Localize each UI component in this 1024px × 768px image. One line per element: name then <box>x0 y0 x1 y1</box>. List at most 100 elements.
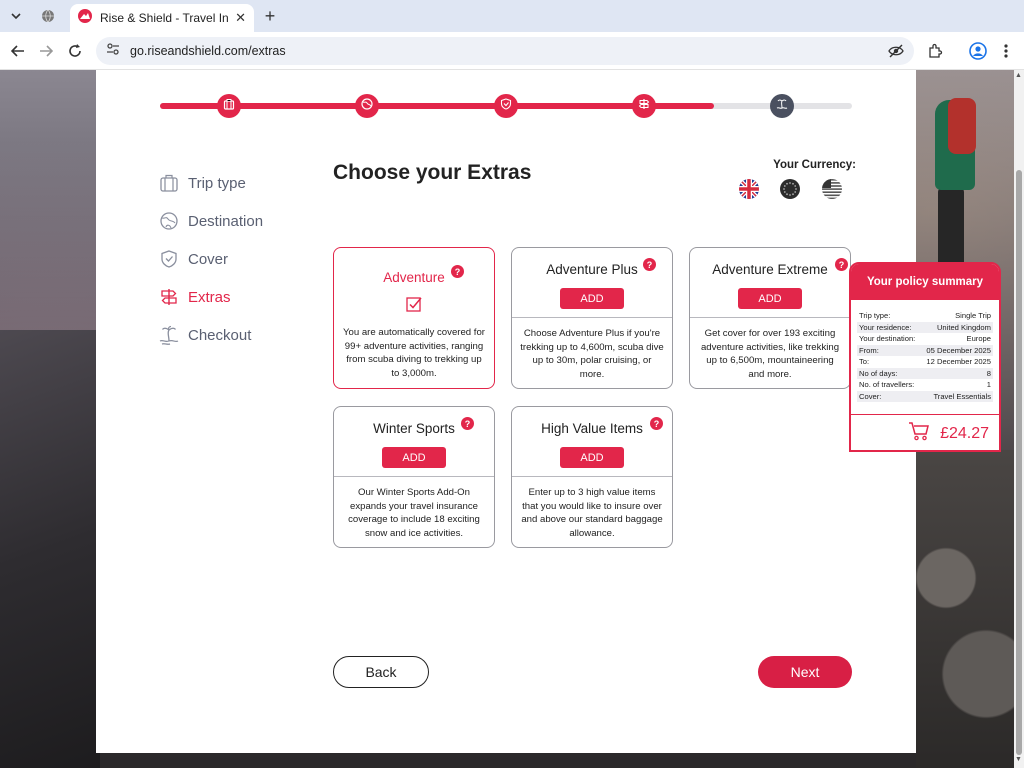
sidebar-item-cover[interactable]: Cover <box>158 240 318 278</box>
eu-flag-icon[interactable] <box>780 179 800 199</box>
reload-icon[interactable] <box>64 40 86 62</box>
extra-description: Enter up to 3 high value items that you … <box>521 487 663 539</box>
summary-value: 05 December 2025 <box>926 345 991 355</box>
extra-card-adventure[interactable]: Adventure ? You are automatically covere… <box>333 247 495 389</box>
extra-description: You are automatically covered for 99+ ad… <box>342 327 486 379</box>
beach-icon <box>158 324 180 346</box>
signpost-icon <box>638 97 650 115</box>
checkbox-checked-icon[interactable] <box>406 296 422 312</box>
globe-icon <box>361 97 373 115</box>
extra-card-adventure-plus: Adventure Plus ? ADD Choose Adventure Pl… <box>511 247 673 389</box>
add-adventure-extreme-button[interactable]: ADD <box>738 288 802 309</box>
kebab-menu-icon[interactable] <box>996 41 1016 61</box>
sidebar-item-destination[interactable]: Destination <box>158 202 318 240</box>
summary-row: Trip type: Single Trip <box>857 310 993 322</box>
extra-description: Get cover for over 193 exciting adventur… <box>700 328 840 380</box>
browser-tab-bar: Rise & Shield - Travel Insurance ✕ + <box>0 0 1024 32</box>
help-icon[interactable]: ? <box>461 417 474 430</box>
us-flag-icon[interactable] <box>822 179 842 199</box>
address-bar[interactable]: go.riseandshield.com/extras <box>96 37 914 65</box>
scrollbar-thumb[interactable] <box>1016 170 1022 755</box>
progress-step-destination[interactable] <box>355 94 379 118</box>
summary-label: No. of travellers: <box>859 380 915 389</box>
policy-summary-title: Your policy summary <box>851 264 999 300</box>
inactive-tab-globe-icon[interactable] <box>36 6 60 26</box>
globe-icon <box>158 210 180 232</box>
summary-row: No of days: 8 <box>857 367 993 379</box>
extra-title: High Value Items <box>541 421 643 436</box>
back-arrow-icon[interactable] <box>7 40 29 62</box>
active-tab[interactable]: Rise & Shield - Travel Insurance ✕ <box>70 4 254 32</box>
help-icon[interactable]: ? <box>835 258 848 271</box>
policy-summary-panel: Your policy summary Trip type: Single Tri… <box>849 262 1001 452</box>
summary-row: Your residence: United Kingdom <box>857 321 993 333</box>
currency-selector <box>737 179 847 201</box>
progress-step-checkout[interactable] <box>770 94 794 118</box>
summary-label: Your destination: <box>859 334 916 343</box>
policy-summary-rows: Trip type: Single Trip Your residence: Uni… <box>851 300 999 402</box>
help-icon[interactable]: ? <box>650 417 663 430</box>
summary-row: Your destination: Europe <box>857 333 993 345</box>
new-tab-icon[interactable]: + <box>260 6 280 26</box>
extra-title: Adventure Extreme <box>712 262 828 277</box>
total-price: £24.27 <box>940 424 989 442</box>
sidebar-item-label: Trip type <box>188 174 246 192</box>
scroll-up-arrow-icon[interactable]: ▲ <box>1015 72 1022 79</box>
profile-icon[interactable] <box>968 41 988 61</box>
sidebar-item-label: Extras <box>188 288 231 306</box>
add-adventure-plus-button[interactable]: ADD <box>560 288 624 309</box>
site-settings-icon[interactable] <box>106 42 120 61</box>
extra-description: Choose Adventure Plus if you're trekking… <box>520 328 664 380</box>
progress-step-trip-type[interactable] <box>217 94 241 118</box>
extra-card-winter-sports: Winter Sports ? ADD Our Winter Sports Ad… <box>333 406 495 548</box>
url-text: go.riseandshield.com/extras <box>130 44 286 58</box>
page-scrollbar[interactable]: ▲ ▼ <box>1014 70 1024 768</box>
sidebar-item-extras[interactable]: Extras <box>158 278 318 316</box>
signpost-icon <box>158 286 180 308</box>
eye-off-icon[interactable] <box>888 43 904 64</box>
main-content-panel: Trip type Destination Cover Extras Check… <box>96 70 916 753</box>
next-button[interactable]: Next <box>758 656 852 688</box>
summary-label: Cover: <box>859 391 882 401</box>
shield-heart-icon <box>158 248 180 270</box>
rock-left <box>0 330 100 768</box>
rock-right <box>916 450 1014 768</box>
hiker-legs <box>938 188 964 268</box>
browser-toolbar: go.riseandshield.com/extras <box>0 32 1024 70</box>
uk-flag-icon[interactable] <box>739 179 759 199</box>
extra-card-high-value-items: High Value Items ? ADD Enter up to 3 hig… <box>511 406 673 548</box>
extensions-icon[interactable] <box>925 41 945 61</box>
summary-value: United Kingdom <box>936 322 991 332</box>
side-navigation: Trip type Destination Cover Extras Check… <box>158 164 318 354</box>
summary-label: From: <box>859 345 879 355</box>
luggage-icon <box>158 172 180 194</box>
tab-search-chevron-icon[interactable] <box>6 6 26 26</box>
beach-icon <box>776 97 788 115</box>
tab-title: Rise & Shield - Travel Insurance <box>100 11 229 25</box>
progress-step-cover[interactable] <box>494 94 518 118</box>
back-button[interactable]: Back <box>333 656 429 688</box>
progress-step-extras[interactable] <box>632 94 656 118</box>
add-winter-sports-button[interactable]: ADD <box>382 447 446 468</box>
summary-value: Single Trip <box>955 311 991 320</box>
summary-value: Europe <box>966 334 992 343</box>
help-icon[interactable]: ? <box>643 258 656 271</box>
scroll-down-arrow-icon[interactable]: ▼ <box>1015 756 1022 763</box>
help-icon[interactable]: ? <box>451 265 464 278</box>
sidebar-item-label: Destination <box>188 212 264 230</box>
sidebar-item-trip-type[interactable]: Trip type <box>158 164 318 202</box>
summary-row: To: 12 December 2025 <box>857 356 993 368</box>
summary-value: 1 <box>986 380 991 389</box>
add-high-value-items-button[interactable]: ADD <box>560 447 624 468</box>
progress-bar-fill <box>160 103 714 109</box>
tab-close-icon[interactable]: ✕ <box>235 10 246 26</box>
sidebar-item-checkout[interactable]: Checkout <box>158 316 318 354</box>
summary-row: Cover: Travel Essentials <box>857 390 993 402</box>
hiker-backpack <box>948 98 976 154</box>
summary-value: Travel Essentials <box>933 391 991 401</box>
extra-title: Adventure <box>383 270 445 285</box>
forward-arrow-icon[interactable] <box>35 40 57 62</box>
summary-label: No of days: <box>859 368 898 378</box>
sidebar-item-label: Cover <box>188 250 229 268</box>
summary-row: From: 05 December 2025 <box>857 344 993 356</box>
